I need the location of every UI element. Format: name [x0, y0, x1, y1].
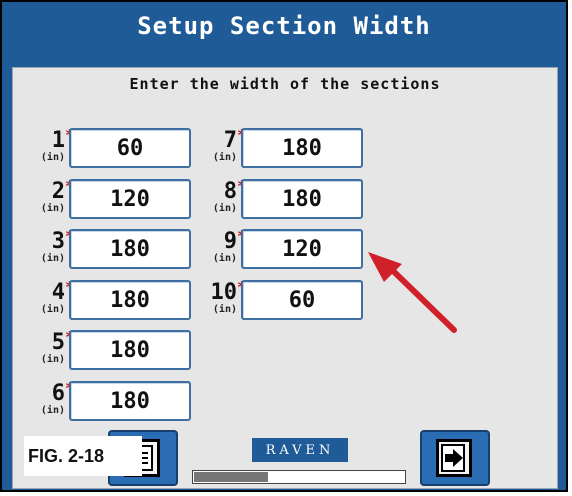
- figure-label: FIG. 2-18: [24, 436, 142, 476]
- setup-screen: Setup Section Width Enter the width of t…: [0, 0, 568, 492]
- unit-label: (in): [40, 203, 65, 214]
- section-width-input-2[interactable]: 120: [69, 179, 191, 219]
- unit-label: (in): [212, 304, 237, 315]
- section-number: 6: [51, 381, 65, 406]
- section-width-input-6[interactable]: 180: [69, 381, 191, 421]
- section-width-input-1[interactable]: 60: [69, 128, 191, 168]
- unit-label: (in): [212, 152, 237, 163]
- unit-label: (in): [40, 152, 65, 163]
- unit-label: (in): [212, 203, 237, 214]
- unit-label: (in): [40, 253, 65, 264]
- next-page-icon: [436, 439, 472, 477]
- section-width-input-10[interactable]: 60: [241, 280, 363, 320]
- unit-label: (in): [40, 354, 65, 365]
- instruction-text: Enter the width of the sections: [129, 75, 441, 93]
- section-width-input-5[interactable]: 180: [69, 330, 191, 370]
- section-number: 3: [51, 229, 65, 254]
- section-width-input-9[interactable]: 120: [241, 229, 363, 269]
- section-width-input-4[interactable]: 180: [69, 280, 191, 320]
- section-width-input-3[interactable]: 180: [69, 229, 191, 269]
- section-number: 8: [223, 179, 237, 204]
- section-width-input-8[interactable]: 180: [241, 179, 363, 219]
- sections-panel: Enter the width of the sections 1 * (in)…: [12, 67, 558, 489]
- section-number: 2: [51, 179, 65, 204]
- progress-fill: [194, 472, 268, 482]
- next-page-icon-glyph: [441, 444, 465, 472]
- section-number: 7: [223, 128, 237, 153]
- progress-bar: [192, 470, 406, 484]
- next-button[interactable]: [420, 430, 490, 486]
- section-number: 5: [51, 330, 65, 355]
- unit-label: (in): [40, 405, 65, 416]
- section-width-input-7[interactable]: 180: [241, 128, 363, 168]
- page-title: Setup Section Width: [137, 12, 431, 40]
- section-number: 1: [51, 128, 65, 153]
- raven-logo: RAVEN: [252, 438, 348, 462]
- section-number: 4: [51, 280, 65, 305]
- section-number: 10: [210, 280, 238, 305]
- unit-label: (in): [40, 304, 65, 315]
- unit-label: (in): [212, 253, 237, 264]
- section-number: 9: [223, 229, 237, 254]
